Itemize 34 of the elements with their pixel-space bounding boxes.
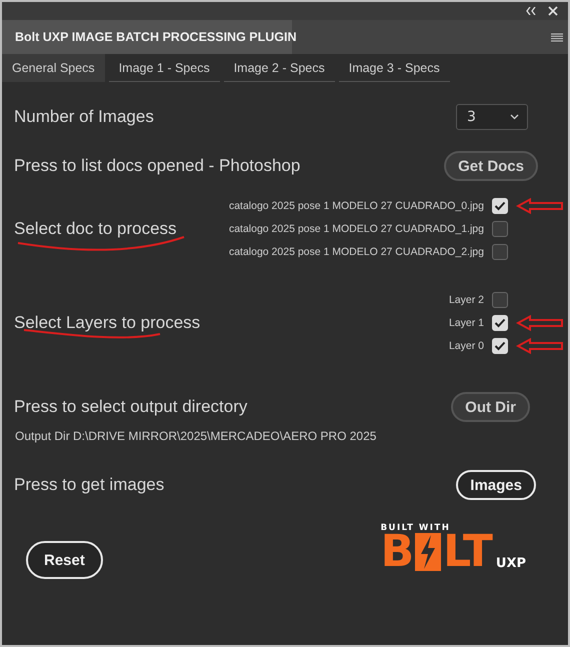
instruction-text: Press to list docs opened - Photoshop [14,156,300,176]
caret-icon [510,114,519,120]
lightning-icon [415,533,442,571]
out-dir-button[interactable]: Out Dir [451,392,530,422]
layer-name: Layer 2 [448,294,484,306]
logo-tagline: BUILT WITH [380,523,452,533]
instruction-text: Press to get images [14,475,164,495]
logo-text: B [380,533,414,571]
instruction-text: Press to select output directory [14,397,248,417]
logo-text: LT [443,533,492,571]
images-button[interactable]: Images [456,470,536,500]
section-label: Select Layers to process [14,313,200,332]
layer-name: Layer 1 [448,317,484,329]
document-name: catalogo 2025 pose 1 MODELO 27 CUADRADO_0.jpg [228,200,484,212]
close-icon[interactable] [548,6,558,16]
annotation-arrow [516,315,564,331]
section-label: Select doc to process [14,219,177,238]
checkbox[interactable] [492,221,508,237]
document-name: catalogo 2025 pose 1 MODELO 27 CUADRADO_2.jpg [228,246,484,258]
annotation-arrow [516,198,564,214]
document-name: catalogo 2025 pose 1 MODELO 27 CUADRADO_1.jpg [228,223,484,235]
menu-icon[interactable] [551,32,563,42]
image-count-dropdown[interactable]: 3 [456,104,528,130]
tab[interactable]: General Specs [2,54,105,82]
annotation-arrow [516,338,564,354]
collapse-icon[interactable] [526,7,536,15]
field-label: Number of Images [14,107,154,127]
layer-name: Layer 0 [448,340,484,352]
output-path-text: Output Dir D:\DRIVE MIRROR\2025\MERCADEO\AERO PRO 2025 [14,429,378,443]
checkbox[interactable] [492,292,508,308]
get-docs-button[interactable]: Get Docs [444,151,538,181]
checkbox[interactable] [492,244,508,260]
reset-button[interactable]: Reset [26,541,103,579]
logo-suffix: UXP [496,556,526,571]
